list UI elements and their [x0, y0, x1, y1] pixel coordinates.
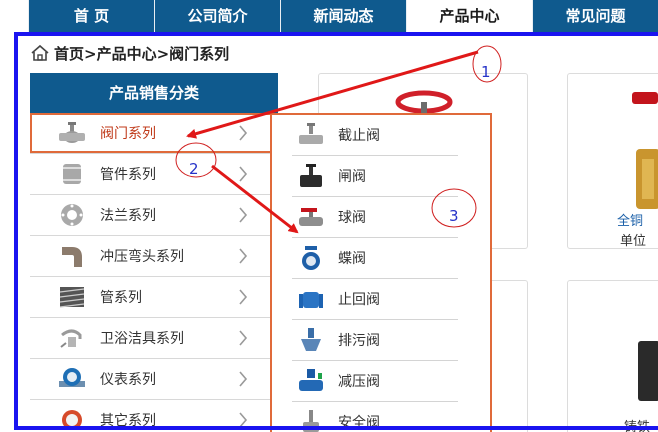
annotation-label-1: 1 — [481, 63, 491, 81]
top-navigation: 首 页 公司简介 新闻动态 产品中心 常见问题 — [0, 0, 658, 32]
nav-home[interactable]: 首 页 — [28, 0, 154, 32]
annotation-label-2: 2 — [189, 160, 199, 178]
nav-faq[interactable]: 常见问题 — [532, 0, 658, 32]
nav-about[interactable]: 公司简介 — [154, 0, 280, 32]
annotation-frame — [14, 32, 658, 430]
nav-left-edge — [0, 0, 28, 32]
nav-news[interactable]: 新闻动态 — [280, 0, 406, 32]
annotation-label-3: 3 — [449, 207, 459, 225]
nav-products[interactable]: 产品中心 — [406, 0, 532, 32]
